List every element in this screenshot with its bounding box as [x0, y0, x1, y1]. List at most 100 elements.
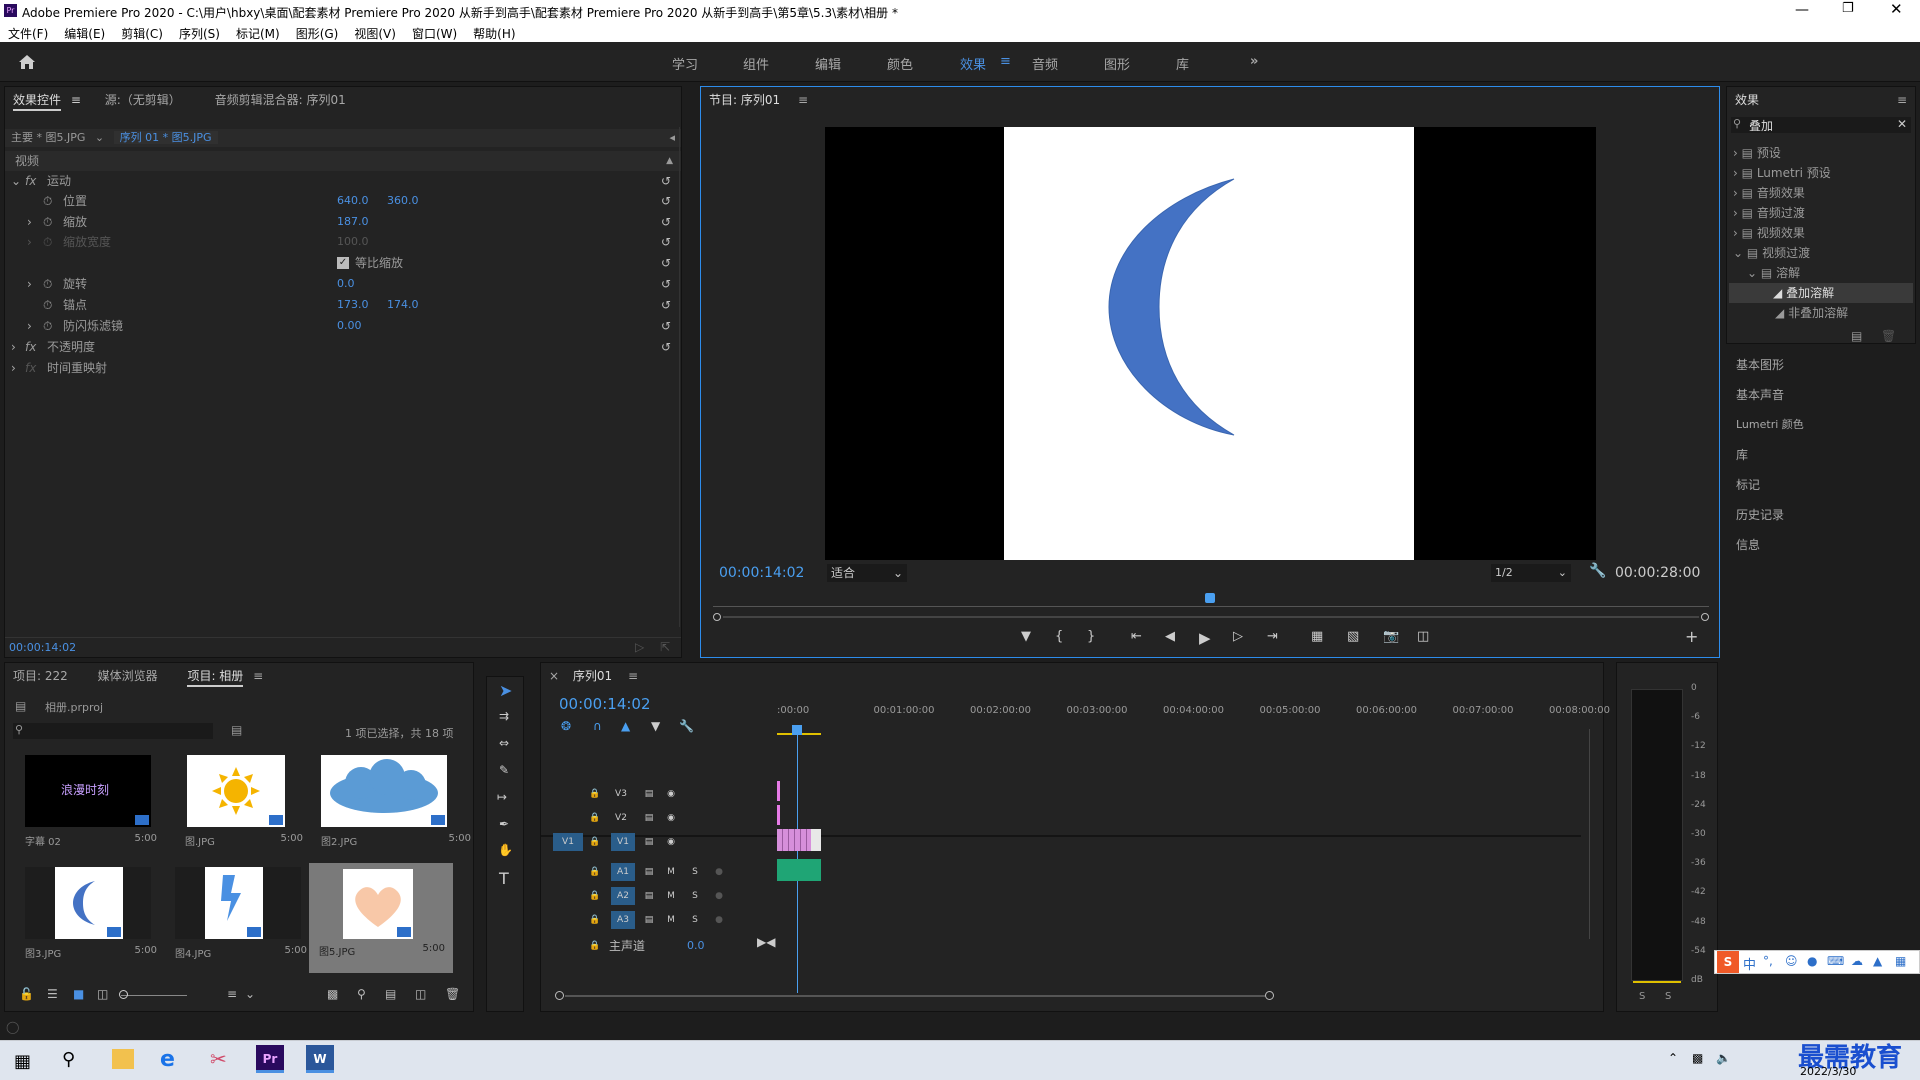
sync-lock-icon[interactable]: ▤ — [639, 833, 659, 851]
new-bin-from-search-icon[interactable]: ▤ — [231, 723, 242, 737]
tray-chevron-icon[interactable]: ⌃ — [1668, 1051, 1678, 1065]
workspace-editing[interactable]: 编辑 — [815, 54, 841, 73]
find-icon[interactable]: ⚲ — [357, 987, 366, 1001]
clear-search-icon[interactable]: ✕ — [1897, 117, 1907, 131]
effect-controls-timecode[interactable]: 00:00:14:02 — [9, 641, 76, 654]
flicker-row[interactable]: › ⏱ 防闪烁滤镜 0.00 ↺ — [5, 316, 681, 336]
time-remap-row[interactable]: › fx 时间重映射 — [5, 358, 681, 378]
program-monitor-title[interactable]: 节目: 序列01 — [709, 93, 780, 107]
tree-non-additive-dissolve[interactable]: ◢ 非叠加溶解 — [1733, 303, 1913, 323]
hand-tool-icon[interactable]: ✋ — [498, 843, 513, 857]
pen-tool-icon[interactable]: ✒ — [499, 817, 509, 831]
panel-menu-icon[interactable]: ≡ — [253, 669, 263, 683]
solo-button[interactable]: S — [685, 887, 705, 905]
list-view-icon[interactable]: ☰ — [47, 987, 58, 1001]
add-marker-icon[interactable]: ▼ — [1021, 629, 1031, 644]
position-row[interactable]: ⏱ 位置 640.0 360.0 ↺ — [5, 191, 681, 211]
delete-icon[interactable]: 🗑 — [445, 987, 460, 1001]
skin-icon[interactable]: ☁ — [1851, 954, 1863, 968]
stopwatch-icon[interactable]: ⏱ — [43, 295, 52, 315]
fx-icon[interactable]: fx — [25, 171, 36, 191]
chevron-down-icon[interactable]: ⌄ — [245, 987, 255, 1001]
add-button-icon[interactable]: + — [1685, 627, 1698, 646]
lock-icon[interactable]: 🔒 — [585, 833, 605, 851]
menu-view[interactable]: 视图(V) — [346, 22, 404, 42]
tree-audio-effects[interactable]: › ▤ 音频效果 — [1733, 183, 1913, 203]
workspace-audio[interactable]: 音频 — [1032, 54, 1058, 73]
mic-icon[interactable]: ● — [709, 863, 729, 881]
extract-icon[interactable]: ▧ — [1347, 629, 1359, 644]
reset-icon[interactable]: ↺ — [661, 295, 671, 315]
close-button[interactable]: ✕ — [1890, 0, 1903, 18]
zoom-handle[interactable] — [119, 990, 128, 999]
effects-search-input[interactable]: 叠加 — [1749, 117, 1773, 134]
maximize-button[interactable]: ❐ — [1842, 1, 1854, 16]
master-clip-label[interactable]: 主要 * 图5.JPG — [11, 131, 85, 144]
step-forward-icon[interactable]: ▷ — [1233, 629, 1243, 644]
wrench-icon[interactable]: 🔧 — [1589, 563, 1606, 579]
track-label[interactable]: V3 — [611, 785, 631, 803]
timeline-horizontal-scrollbar[interactable] — [551, 991, 1581, 1001]
video-frame[interactable] — [825, 127, 1596, 560]
mic-icon[interactable]: ● — [1807, 954, 1817, 968]
panel-menu-icon[interactable]: ≡ — [71, 93, 81, 107]
menu-help[interactable]: 帮助(H) — [465, 22, 523, 42]
automate-icon[interactable]: ▩ — [327, 987, 338, 1001]
delete-icon[interactable]: 🗑 — [1881, 329, 1896, 343]
fx-icon[interactable]: fx — [25, 337, 36, 357]
keyboard-icon[interactable]: ⌨ — [1827, 954, 1844, 968]
eye-icon[interactable]: ◉ — [661, 785, 681, 803]
fit-dropdown[interactable]: 适合 ⌄ — [827, 564, 907, 582]
mute-button[interactable]: M — [661, 887, 681, 905]
sync-lock-icon[interactable]: ▤ — [639, 887, 659, 905]
scale-value[interactable]: 187.0 — [337, 212, 369, 232]
sync-lock-icon[interactable]: ▤ — [639, 785, 659, 803]
position-y-value[interactable]: 360.0 — [387, 191, 419, 211]
rotation-value[interactable]: 0.0 — [337, 274, 355, 294]
track-label[interactable]: V1 — [611, 833, 635, 851]
anchor-row[interactable]: ⏱ 锚点 173.0 174.0 ↺ — [5, 295, 681, 315]
track-label[interactable]: A2 — [611, 887, 635, 905]
mic-icon[interactable]: ● — [709, 911, 729, 929]
anchor-x-value[interactable]: 173.0 — [337, 295, 369, 315]
windows-start-icon[interactable]: ▦ — [14, 1051, 31, 1072]
menu-window[interactable]: 窗口(W) — [404, 22, 465, 42]
chevron-down-icon[interactable]: ⌄ — [95, 131, 104, 144]
emoji-icon[interactable]: ☺ — [1785, 954, 1798, 968]
scroll-up-icon[interactable]: ▲ — [666, 151, 673, 171]
new-item-icon[interactable]: ◫ — [415, 987, 426, 1001]
stopwatch-icon[interactable]: ⏱ — [43, 274, 52, 294]
reset-icon[interactable]: ↺ — [661, 212, 671, 232]
type-tool-icon[interactable]: T — [499, 869, 509, 888]
tree-audio-transitions[interactable]: › ▤ 音频过渡 — [1733, 203, 1913, 223]
flicker-value[interactable]: 0.00 — [337, 316, 362, 336]
effects-search[interactable]: ⚲ 叠加 ✕ — [1731, 117, 1911, 133]
nest-icon[interactable]: ❂ — [561, 719, 571, 733]
track-label[interactable]: V2 — [611, 809, 631, 827]
toolbox-icon[interactable]: ▲ — [1873, 954, 1882, 968]
selection-tool-icon[interactable]: ➤ — [499, 681, 512, 700]
project-item[interactable]: 图.JPG 5:00 — [175, 753, 325, 861]
slip-tool-icon[interactable]: ↦ — [497, 790, 507, 804]
stopwatch-icon[interactable]: ⏱ — [43, 191, 52, 211]
panel-info[interactable]: 信息 — [1736, 536, 1760, 553]
word-taskbar-icon[interactable]: W — [306, 1045, 334, 1073]
step-back-icon[interactable]: ◀ — [1165, 629, 1175, 644]
settings-wrench-icon[interactable]: 🔧 — [679, 719, 694, 733]
sogou-icon[interactable]: S — [1717, 951, 1739, 973]
panel-menu-icon[interactable]: ≡ — [628, 669, 638, 683]
lock-icon[interactable]: 🔒 — [585, 937, 605, 955]
linked-selection-icon[interactable]: ▲ — [621, 719, 630, 733]
timeline-timecode[interactable]: 00:00:14:02 — [559, 695, 651, 713]
ime-punctuation-icon[interactable]: °, — [1763, 954, 1773, 968]
workspace-graphics[interactable]: 图形 — [1104, 54, 1130, 73]
panel-menu-icon[interactable]: ≡ — [1897, 87, 1907, 113]
track-label[interactable]: A3 — [611, 911, 635, 929]
panel-essential-graphics[interactable]: 基本图形 — [1736, 356, 1784, 373]
go-to-in-icon[interactable]: ⇤ — [1131, 629, 1142, 644]
reset-icon[interactable]: ↺ — [661, 232, 671, 252]
snipping-tool-icon[interactable]: ✂ — [210, 1047, 227, 1071]
add-marker-icon[interactable]: ▼ — [651, 719, 660, 733]
solo-left-button[interactable]: S — [1639, 991, 1645, 1002]
audio-clip[interactable] — [777, 859, 821, 881]
